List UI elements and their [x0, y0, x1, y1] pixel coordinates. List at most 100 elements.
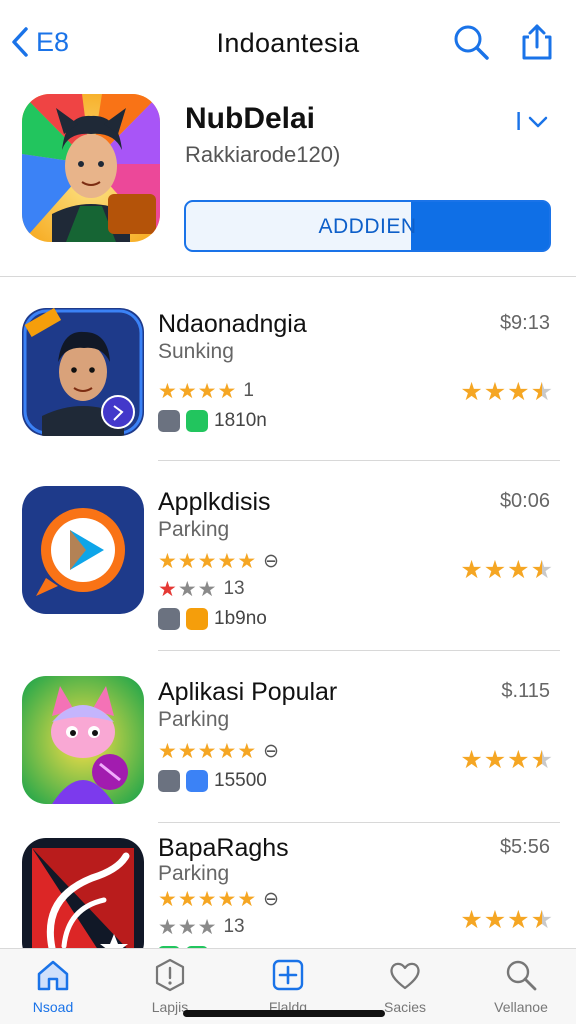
star-icon: ★ — [158, 577, 177, 601]
star-icon: ★ — [177, 915, 197, 939]
tab-vellanoe[interactable]: Vellanoe — [471, 957, 571, 1015]
star-icon: ★ — [177, 379, 197, 403]
app-stars-primary: ★ ★ ★ ★ ★ ⊖ — [158, 550, 279, 573]
app-info-text: 1b9no — [214, 608, 267, 629]
home-icon — [37, 960, 69, 991]
search-icon[interactable] — [452, 22, 490, 62]
star-icon: ★ — [197, 915, 217, 939]
star-icon: ★ — [158, 740, 177, 763]
app-category: Parking — [158, 708, 230, 731]
app-price: $9:13 — [499, 312, 550, 334]
divider — [0, 276, 576, 277]
featured-more-label: I — [515, 106, 523, 136]
stars-primary-value: ⊖ — [263, 889, 280, 910]
rating-half-star-icon: ★ — [530, 556, 553, 584]
app-price: $.115 — [501, 680, 550, 702]
row-divider — [158, 650, 560, 651]
featured-app-subtitle: Rakkiarode120) — [185, 142, 341, 167]
star-icon: ★ — [217, 550, 237, 573]
app-stars-secondary: ★ ★ ★ 13 — [158, 578, 245, 600]
app-list-item[interactable]: Ndaonadngia Sunking $9:13 ★ ★ ★ ★ 1 1810n ★ ★ ★ ★ — [0, 292, 576, 464]
tab-home-label: Nsoad — [32, 999, 74, 1015]
app-list-item[interactable]: Aplikasi Popular Parking $.115 ★ ★ ★ ★ ★ ⊖ 15500 ★… — [0, 660, 576, 832]
app-rating: ★ ★ ★ ★ — [460, 378, 554, 406]
rating-star-icon: ★ — [483, 746, 507, 774]
app-rating: ★ ★ ★ ★ — [460, 746, 554, 774]
search-icon — [506, 960, 537, 991]
star-icon: ★ — [158, 379, 177, 403]
category-badge-icon — [186, 770, 208, 792]
star-icon: ★ — [177, 740, 197, 763]
app-info-text: 1810n — [214, 410, 267, 431]
add-button[interactable]: ADDDIEN — [184, 200, 551, 252]
app-icon[interactable] — [22, 676, 144, 804]
tab-sacies[interactable]: Sacies — [355, 957, 455, 1015]
rating-star-icon: ★ — [460, 556, 483, 584]
app-info-text: 15500 — [214, 770, 267, 791]
app-rating: ★ ★ ★ ★ — [460, 556, 554, 584]
tag-icon — [158, 770, 180, 792]
rating-star-icon: ★ — [507, 378, 530, 406]
app-icon[interactable] — [22, 486, 144, 614]
hexagon-alert-icon — [155, 958, 185, 992]
app-icon[interactable] — [22, 308, 144, 436]
star-icon: ★ — [158, 915, 177, 939]
stars-primary-value: ⊖ — [263, 551, 280, 572]
star-icon: ★ — [197, 550, 217, 573]
rating-star-icon: ★ — [483, 378, 507, 406]
tab-home[interactable]: Nsoad — [3, 957, 103, 1015]
app-info: 15500 — [158, 770, 267, 792]
app-category: Parking — [158, 518, 230, 541]
tag-icon — [158, 410, 180, 432]
home-indicator — [183, 1010, 385, 1017]
app-stars-primary: ★ ★ ★ ★ ★ ⊖ — [158, 740, 279, 763]
rating-star-icon: ★ — [460, 746, 483, 774]
row-divider — [158, 460, 560, 461]
stars-secondary-value: 13 — [223, 578, 245, 599]
app-list-item[interactable]: Applkdisis Parking $0:06 ★ ★ ★ ★ ★ ⊖ ★ ★ ★ 13 1b9no ★ ★… — [0, 470, 576, 642]
tag-icon — [158, 608, 180, 630]
featured-app-icon[interactable] — [22, 94, 160, 242]
add-button-label: ADDDIEN — [318, 215, 417, 238]
star-icon: ★ — [217, 888, 237, 911]
row-divider — [158, 822, 560, 823]
app-stars-primary: ★ ★ ★ ★ ★ ⊖ — [158, 888, 279, 911]
app-icon[interactable] — [22, 838, 144, 966]
app-category: Parking — [158, 862, 230, 885]
star-icon: ★ — [177, 577, 197, 601]
tab-lapjis[interactable]: Lapjis — [120, 957, 220, 1015]
app-name: Aplikasi Popular — [158, 678, 338, 706]
star-icon: ★ — [158, 888, 177, 911]
rating-star-icon: ★ — [507, 556, 530, 584]
rating-half-star-icon: ★ — [530, 378, 553, 406]
featured-app: NubDelai Rakkiarode120) I ADDDIEN — [0, 84, 576, 278]
app-price: $0:06 — [499, 490, 550, 512]
share-icon[interactable] — [518, 22, 556, 62]
star-icon: ★ — [237, 888, 257, 911]
rating-star-icon: ★ — [483, 556, 507, 584]
stars-primary-value: 1 — [243, 380, 254, 401]
star-icon: ★ — [237, 550, 257, 573]
app-name: Ndaonadngia — [158, 310, 307, 338]
app-price: $5:56 — [499, 836, 550, 858]
app-rating: ★ ★ ★ ★ — [460, 906, 554, 934]
star-icon: ★ — [217, 740, 237, 763]
chevron-down-icon — [528, 116, 548, 127]
star-icon: ★ — [158, 550, 177, 573]
plus-square-icon — [272, 959, 304, 991]
app-stars-primary: ★ ★ ★ ★ 1 — [158, 380, 254, 402]
featured-more-button[interactable]: I — [515, 106, 548, 137]
star-icon: ★ — [217, 379, 237, 403]
star-icon: ★ — [197, 888, 217, 911]
app-name: Applkdisis — [158, 488, 271, 516]
app-info: 1b9no — [158, 608, 267, 630]
star-icon: ★ — [197, 577, 217, 601]
rating-star-icon: ★ — [507, 746, 530, 774]
rating-star-icon: ★ — [460, 378, 483, 406]
tab-flaldg[interactable]: Flaldg — [238, 957, 338, 1015]
rating-half-star-icon: ★ — [530, 906, 553, 934]
star-icon: ★ — [237, 740, 257, 763]
stars-primary-value: ⊖ — [263, 741, 280, 762]
app-category: Sunking — [158, 340, 234, 363]
stars-secondary-value: 13 — [223, 916, 245, 937]
